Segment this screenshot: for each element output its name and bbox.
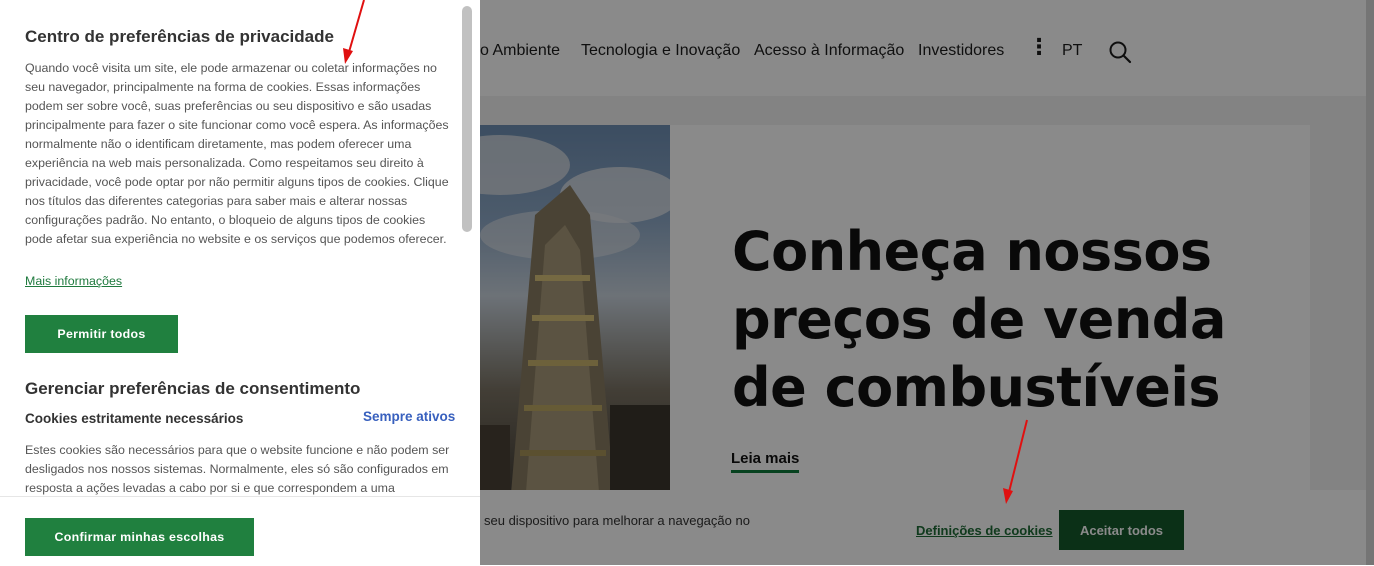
arrow-annotation-top — [343, 0, 365, 64]
arrow-annotation-bottom — [1003, 419, 1028, 504]
annotation-arrows — [343, 0, 1028, 504]
